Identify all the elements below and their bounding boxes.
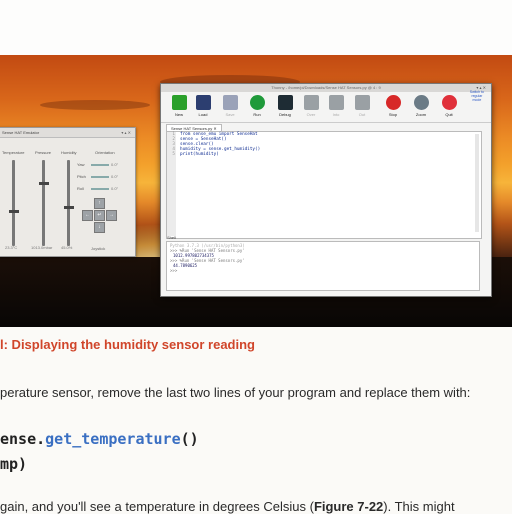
into-button[interactable]: Into — [324, 95, 348, 117]
cloud — [40, 100, 150, 110]
toolbar-label: New — [174, 112, 183, 117]
step-into-icon — [328, 95, 344, 110]
new-button[interactable]: New — [167, 95, 191, 117]
figure-caption: l: Displaying the humidity sensor readin… — [0, 337, 255, 352]
shell-panel[interactable]: Python 3.7.3 (/usr/bin/python3) >>> %Run… — [166, 241, 480, 291]
load-button[interactable]: Load — [191, 95, 215, 117]
joystick-enter-button[interactable]: ↵ — [94, 210, 105, 221]
step-over-icon — [303, 95, 319, 110]
pressure-label: Pressure — [35, 150, 52, 155]
joystick-label: Joystick — [91, 246, 106, 251]
run-button[interactable]: Run — [245, 95, 269, 117]
debug-button[interactable]: Debug — [273, 95, 297, 117]
switch-mode-line: mode — [472, 98, 482, 102]
code-line: mp) — [0, 455, 28, 473]
shell-label: Shell — [167, 235, 176, 240]
switch-mode-link[interactable]: Switch to regular mode — [470, 90, 484, 102]
toolbar-label: Into — [332, 112, 340, 117]
new-icon — [171, 95, 187, 110]
save-icon — [222, 95, 238, 110]
toolbar-label: Save — [225, 112, 235, 117]
toolbar-label: Stop — [388, 112, 398, 117]
code-token: () — [180, 430, 199, 448]
toolbar-label: Debug — [279, 112, 291, 117]
editor-scrollbar[interactable] — [475, 134, 479, 232]
yaw-value: 0.0° — [111, 162, 119, 167]
joystick-up-button[interactable]: ↑ — [94, 198, 105, 209]
toolbar-label: Out — [358, 112, 366, 117]
zoom-button[interactable]: Zoom — [409, 95, 433, 117]
toolbar-label: Zoom — [415, 112, 427, 117]
line-number-gutter: 1 2 3 4 5 — [167, 132, 176, 236]
joystick-down-button[interactable]: ↓ — [94, 222, 105, 233]
window-controls[interactable]: ▾ ▴ ✕ — [121, 128, 131, 137]
emulator-title: Sense HAT Emulator — [2, 130, 40, 135]
temperature-slider[interactable] — [12, 160, 15, 246]
pitch-value: 0.0° — [111, 174, 119, 179]
toolbar-label: Load — [198, 112, 208, 117]
step-out-icon — [354, 95, 370, 110]
stop-button[interactable]: Stop — [381, 95, 405, 117]
pitch-slider[interactable] — [91, 176, 109, 178]
toolbar-label: Over — [306, 112, 316, 117]
line-number: 5 — [172, 152, 175, 157]
pressure-slider-handle[interactable] — [39, 182, 49, 185]
humidity-value: 45.0% — [61, 245, 73, 250]
humidity-slider-handle[interactable] — [64, 206, 74, 209]
load-icon — [195, 95, 211, 110]
joystick-right-button[interactable]: → — [106, 210, 117, 221]
roll-slider[interactable] — [91, 188, 109, 190]
code-text[interactable]: from sense_emu import SenseHat sense = S… — [180, 132, 260, 157]
code-editor[interactable]: 1 2 3 4 5 from sense_emu import SenseHat… — [166, 131, 482, 239]
run-icon — [249, 95, 265, 110]
code-token: ense. — [0, 430, 46, 448]
roll-label: Roll — [77, 186, 84, 191]
joystick-left-button[interactable]: ← — [82, 210, 93, 221]
out-button[interactable]: Out — [350, 95, 374, 117]
zoom-icon — [413, 95, 429, 110]
sense-hat-emulator-window: Sense HAT Emulator ▾ ▴ ✕ Temperature Pre… — [0, 127, 136, 257]
thonny-title-bar[interactable]: Thonny - /home/pi/Downloads/Sense HAT Se… — [161, 84, 491, 92]
pitch-label: Pitch — [77, 174, 86, 179]
yaw-slider[interactable] — [91, 164, 109, 166]
thonny-window: Thonny - /home/pi/Downloads/Sense HAT Se… — [160, 83, 492, 297]
toolbar-label: Run — [253, 112, 261, 117]
code-snippet: ense.get_temperature() mp) — [0, 427, 199, 477]
page-top-margin — [0, 0, 512, 55]
sunset-background-photo: Sense HAT Emulator ▾ ▴ ✕ Temperature Pre… — [0, 55, 512, 327]
temperature-value: 23.3°C — [5, 245, 18, 250]
temperature-slider-handle[interactable] — [9, 210, 19, 213]
toolbar: New Load Save Run Debug Over Into Out Stop Zoom Qu… — [161, 92, 491, 123]
thonny-title: Thonny - /home/pi/Downloads/Sense HAT Se… — [271, 85, 381, 90]
code-method: get_temperature — [45, 430, 181, 448]
humidity-label: Humidity — [61, 150, 77, 155]
quit-icon — [441, 95, 457, 110]
debug-icon — [277, 95, 293, 110]
roll-value: 0.0° — [111, 186, 119, 191]
temperature-label: Temperature — [2, 150, 25, 155]
shell-prompt[interactable]: >>> — [170, 268, 476, 273]
quit-button[interactable]: Quit — [437, 95, 461, 117]
yaw-label: Yaw — [77, 162, 85, 167]
orientation-label: Orientation — [95, 150, 115, 155]
humidity-slider[interactable] — [67, 160, 70, 246]
emulator-title-bar[interactable]: Sense HAT Emulator ▾ ▴ ✕ — [0, 128, 135, 138]
body-paragraph: perature sensor, remove the last two lin… — [0, 385, 471, 400]
stop-icon — [385, 95, 401, 110]
toolbar-label: Quit — [445, 112, 453, 117]
pressure-value: 1013.0mbar — [31, 245, 53, 250]
pressure-slider[interactable] — [42, 160, 45, 246]
save-button[interactable]: Save — [218, 95, 242, 117]
over-button[interactable]: Over — [299, 95, 323, 117]
